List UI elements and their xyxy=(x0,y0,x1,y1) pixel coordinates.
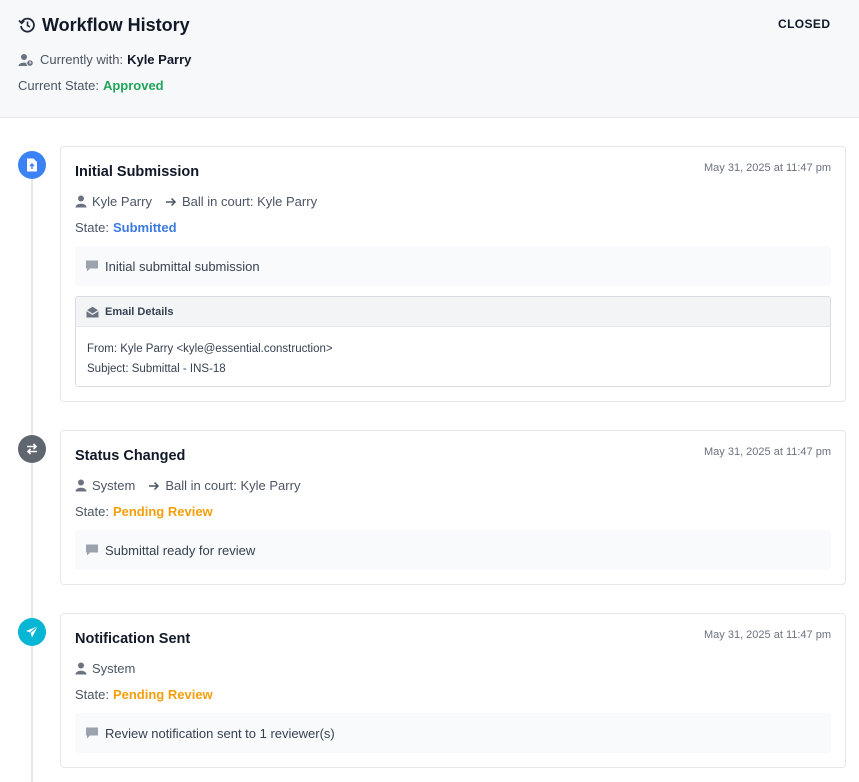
document-icon xyxy=(18,151,46,179)
event-title: Initial Submission xyxy=(75,164,200,180)
email-details-heading: Email Details xyxy=(105,305,174,318)
currently-with-name: Kyle Parry xyxy=(127,52,192,67)
event-state-row: State: Submitted xyxy=(75,220,177,235)
email-details-body: From: Kyle Parry <kyle@essential.constru… xyxy=(76,327,830,386)
event-timestamp: May 31, 2025 at 11:47 pm xyxy=(704,162,831,174)
event-state-label: State: xyxy=(75,687,109,702)
event-state-label: State: xyxy=(75,220,109,235)
email-from: From: Kyle Parry <kyle@essential.constru… xyxy=(87,343,333,355)
currently-with-label: Currently with: xyxy=(40,52,124,67)
header-title-group: Workflow History xyxy=(18,13,190,37)
event-state-value: Pending Review xyxy=(112,504,213,519)
event-comment: Initial submittal submission xyxy=(75,246,831,286)
event-meta: Kyle Parry Ball in court: Kyle Parry xyxy=(75,194,317,209)
swap-arrows-icon xyxy=(18,435,46,463)
comment-icon xyxy=(85,543,99,557)
user-clock-icon xyxy=(18,53,34,67)
event-title: Notification Sent xyxy=(75,631,191,647)
timeline-line xyxy=(31,170,33,782)
event-state-label: State: xyxy=(75,504,109,519)
event-meta: System Ball in court: Kyle Parry xyxy=(75,478,300,493)
paper-plane-icon xyxy=(18,618,46,646)
event-timestamp: May 31, 2025 at 11:47 pm xyxy=(704,446,831,458)
event-actor: Kyle Parry xyxy=(92,194,152,209)
current-state-row: Current State: Approved xyxy=(18,78,164,93)
email-subject: Subject: Submittal - INS-18 xyxy=(87,363,226,375)
comment-icon xyxy=(85,259,99,273)
event-timestamp: May 31, 2025 at 11:47 pm xyxy=(704,629,831,641)
history-icon xyxy=(18,16,36,34)
event-comment: Review notification sent to 1 reviewer(s… xyxy=(75,713,831,753)
user-icon xyxy=(75,662,87,675)
currently-with-row: Currently with: Kyle Parry xyxy=(18,52,191,67)
email-details-panel: Email Details From: Kyle Parry <kyle@ess… xyxy=(75,296,831,387)
event-card-notification-sent: Notification Sent May 31, 2025 at 11:47 … xyxy=(60,613,846,768)
workflow-header: Workflow History CLOSED Currently with: … xyxy=(0,0,859,118)
user-icon xyxy=(75,195,87,208)
event-comment-text: Review notification sent to 1 reviewer(s… xyxy=(105,725,335,741)
page-title: Workflow History xyxy=(42,15,190,35)
user-icon xyxy=(75,479,87,492)
ball-in-court: Ball in court: Kyle Parry xyxy=(181,194,318,209)
closed-status-button[interactable]: CLOSED xyxy=(778,17,830,31)
event-state-row: State: Pending Review xyxy=(75,687,213,702)
email-details-header: Email Details xyxy=(76,297,830,327)
event-title: Status Changed xyxy=(75,448,186,464)
event-meta: System xyxy=(75,661,135,676)
event-card-initial-submission: Initial Submission May 31, 2025 at 11:47… xyxy=(60,146,846,402)
event-actor: System xyxy=(92,478,136,493)
arrow-right-icon xyxy=(148,480,160,492)
envelope-open-icon xyxy=(86,306,99,318)
event-actor: System xyxy=(92,661,136,676)
current-state-label: Current State: xyxy=(18,78,99,93)
comment-icon xyxy=(85,726,99,740)
arrow-right-icon xyxy=(165,196,177,208)
event-state-row: State: Pending Review xyxy=(75,504,213,519)
current-state-value: Approved xyxy=(102,78,164,93)
event-comment-text: Submittal ready for review xyxy=(105,542,256,558)
ball-in-court: Ball in court: Kyle Parry xyxy=(165,478,301,493)
event-card-status-changed: Status Changed May 31, 2025 at 11:47 pm … xyxy=(60,430,846,585)
event-comment: Submittal ready for review xyxy=(75,530,831,570)
event-state-value: Pending Review xyxy=(112,687,213,702)
event-comment-text: Initial submittal submission xyxy=(105,258,260,274)
event-state-value: Submitted xyxy=(112,220,177,235)
